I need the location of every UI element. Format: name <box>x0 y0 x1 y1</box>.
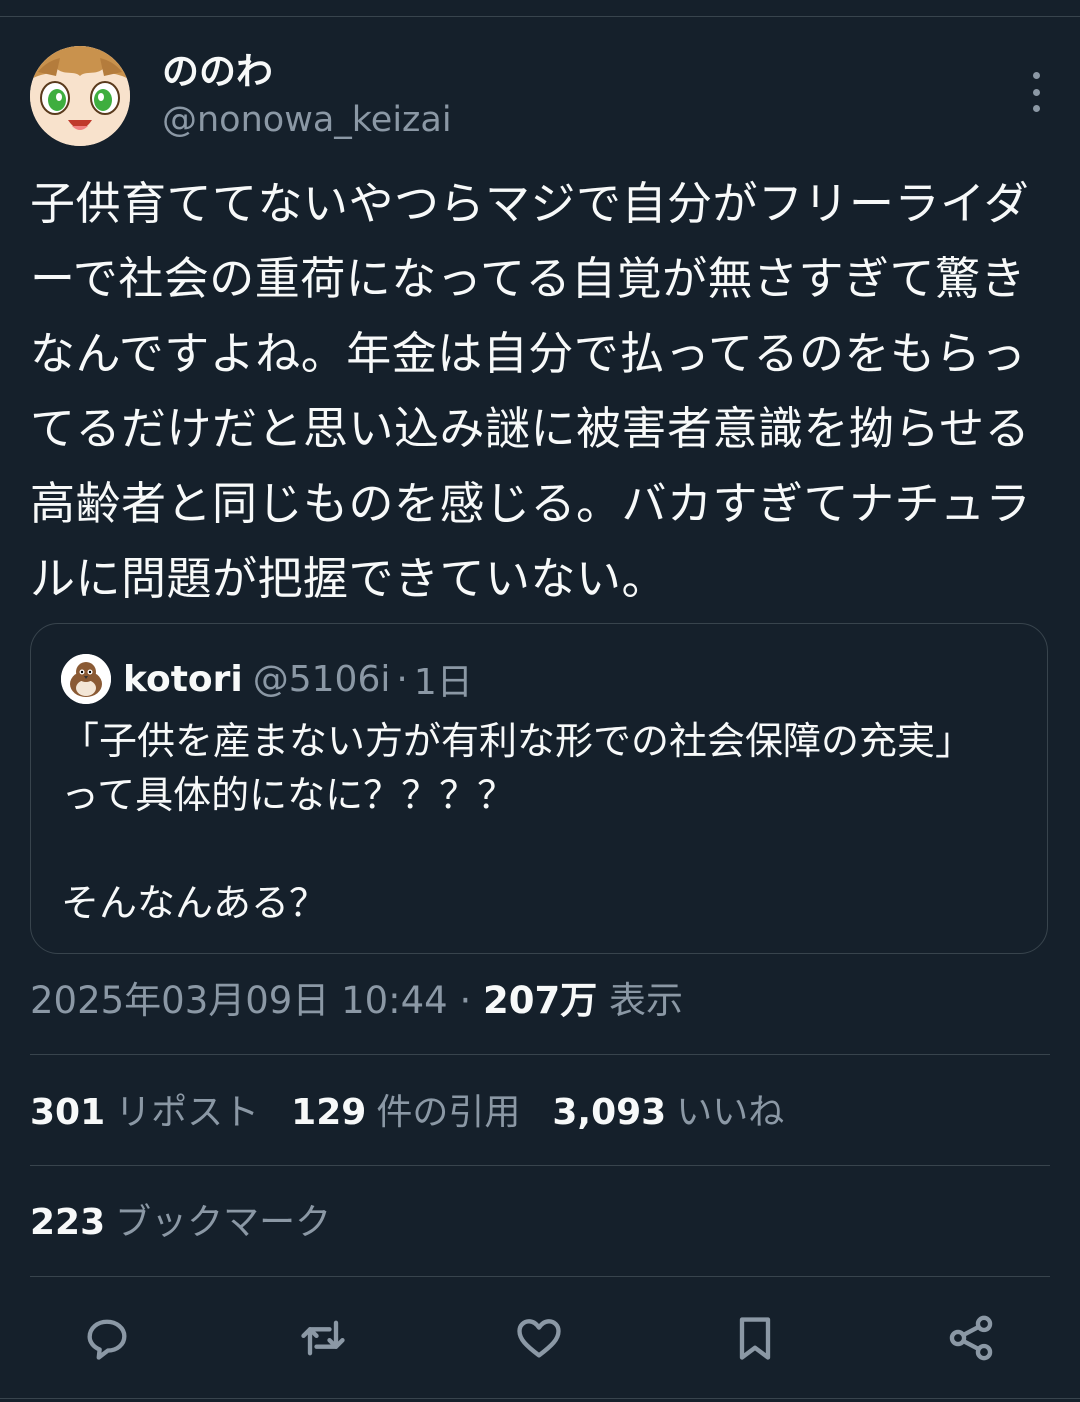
reposts-label: リポスト <box>115 1092 260 1133</box>
quoted-tweet-card[interactable]: kotori @5106i · 1日 「子供を産まない方が有利な形での社会保障の… <box>30 623 1048 954</box>
engagement-stats: 301 リポスト 129 件の引用 3,093 いいね <box>30 1086 816 1140</box>
repost-icon[interactable] <box>297 1312 349 1364</box>
author-names: ののわ @nonowa_keizai <box>162 48 452 144</box>
divider <box>30 1054 1050 1055</box>
bookmark-icon[interactable] <box>729 1312 781 1364</box>
likes-stat[interactable]: 3,093 いいね <box>552 1086 784 1140</box>
tweet-header: ののわ @nonowa_keizai <box>30 46 1050 150</box>
divider <box>30 1165 1050 1166</box>
bookmarks-label: ブックマーク <box>115 1202 332 1243</box>
reposts-count: 301 <box>30 1092 106 1133</box>
tweet-meta: 2025年03月09日 10:44 · 207万 表示 <box>30 974 683 1028</box>
quotes-label: 件の引用 <box>376 1092 521 1133</box>
meta-separator: · <box>459 979 472 1022</box>
quoted-author-name: kotori <box>123 658 243 700</box>
quoted-tweet-header: kotori @5106i · 1日 <box>61 654 473 704</box>
quoted-separator: · <box>396 658 408 700</box>
author-avatar[interactable] <box>30 46 130 146</box>
bookmarks-count: 223 <box>30 1202 106 1243</box>
reply-icon[interactable] <box>81 1312 133 1364</box>
top-divider <box>0 16 1080 17</box>
share-icon[interactable] <box>945 1312 997 1364</box>
likes-label: いいね <box>676 1092 785 1133</box>
quoted-author-handle: @5106i <box>252 658 391 700</box>
more-vertical-icon[interactable] <box>1026 72 1046 112</box>
quoted-author-avatar <box>61 654 111 704</box>
quoted-tweet-text: 「子供を産まない方が有利な形での社会保障の充実」って具体的になに？？？？ そんな… <box>61 719 974 925</box>
quotes-count: 129 <box>291 1092 367 1133</box>
reposts-stat[interactable]: 301 リポスト <box>30 1086 259 1140</box>
author-handle[interactable]: @nonowa_keizai <box>162 96 452 144</box>
quoted-time: 1日 <box>413 662 473 703</box>
action-bar <box>0 1306 1080 1370</box>
bookmarks-stat[interactable]: 223 ブックマーク <box>30 1196 331 1250</box>
tweet-datetime[interactable]: 2025年03月09日 10:44 <box>30 979 448 1022</box>
tweet-text: 子供育ててないやつらマジで自分がフリーライダーで社会の重荷になってる自覚が無さす… <box>30 177 1032 605</box>
heart-icon[interactable] <box>513 1312 565 1364</box>
views-count: 207万 <box>483 979 598 1022</box>
bottom-divider <box>0 1398 1080 1399</box>
quotes-stat[interactable]: 129 件の引用 <box>291 1086 520 1140</box>
views-label: 表示 <box>609 979 684 1022</box>
divider <box>30 1276 1050 1277</box>
author-display-name[interactable]: ののわ <box>162 48 452 96</box>
likes-count: 3,093 <box>552 1092 667 1133</box>
